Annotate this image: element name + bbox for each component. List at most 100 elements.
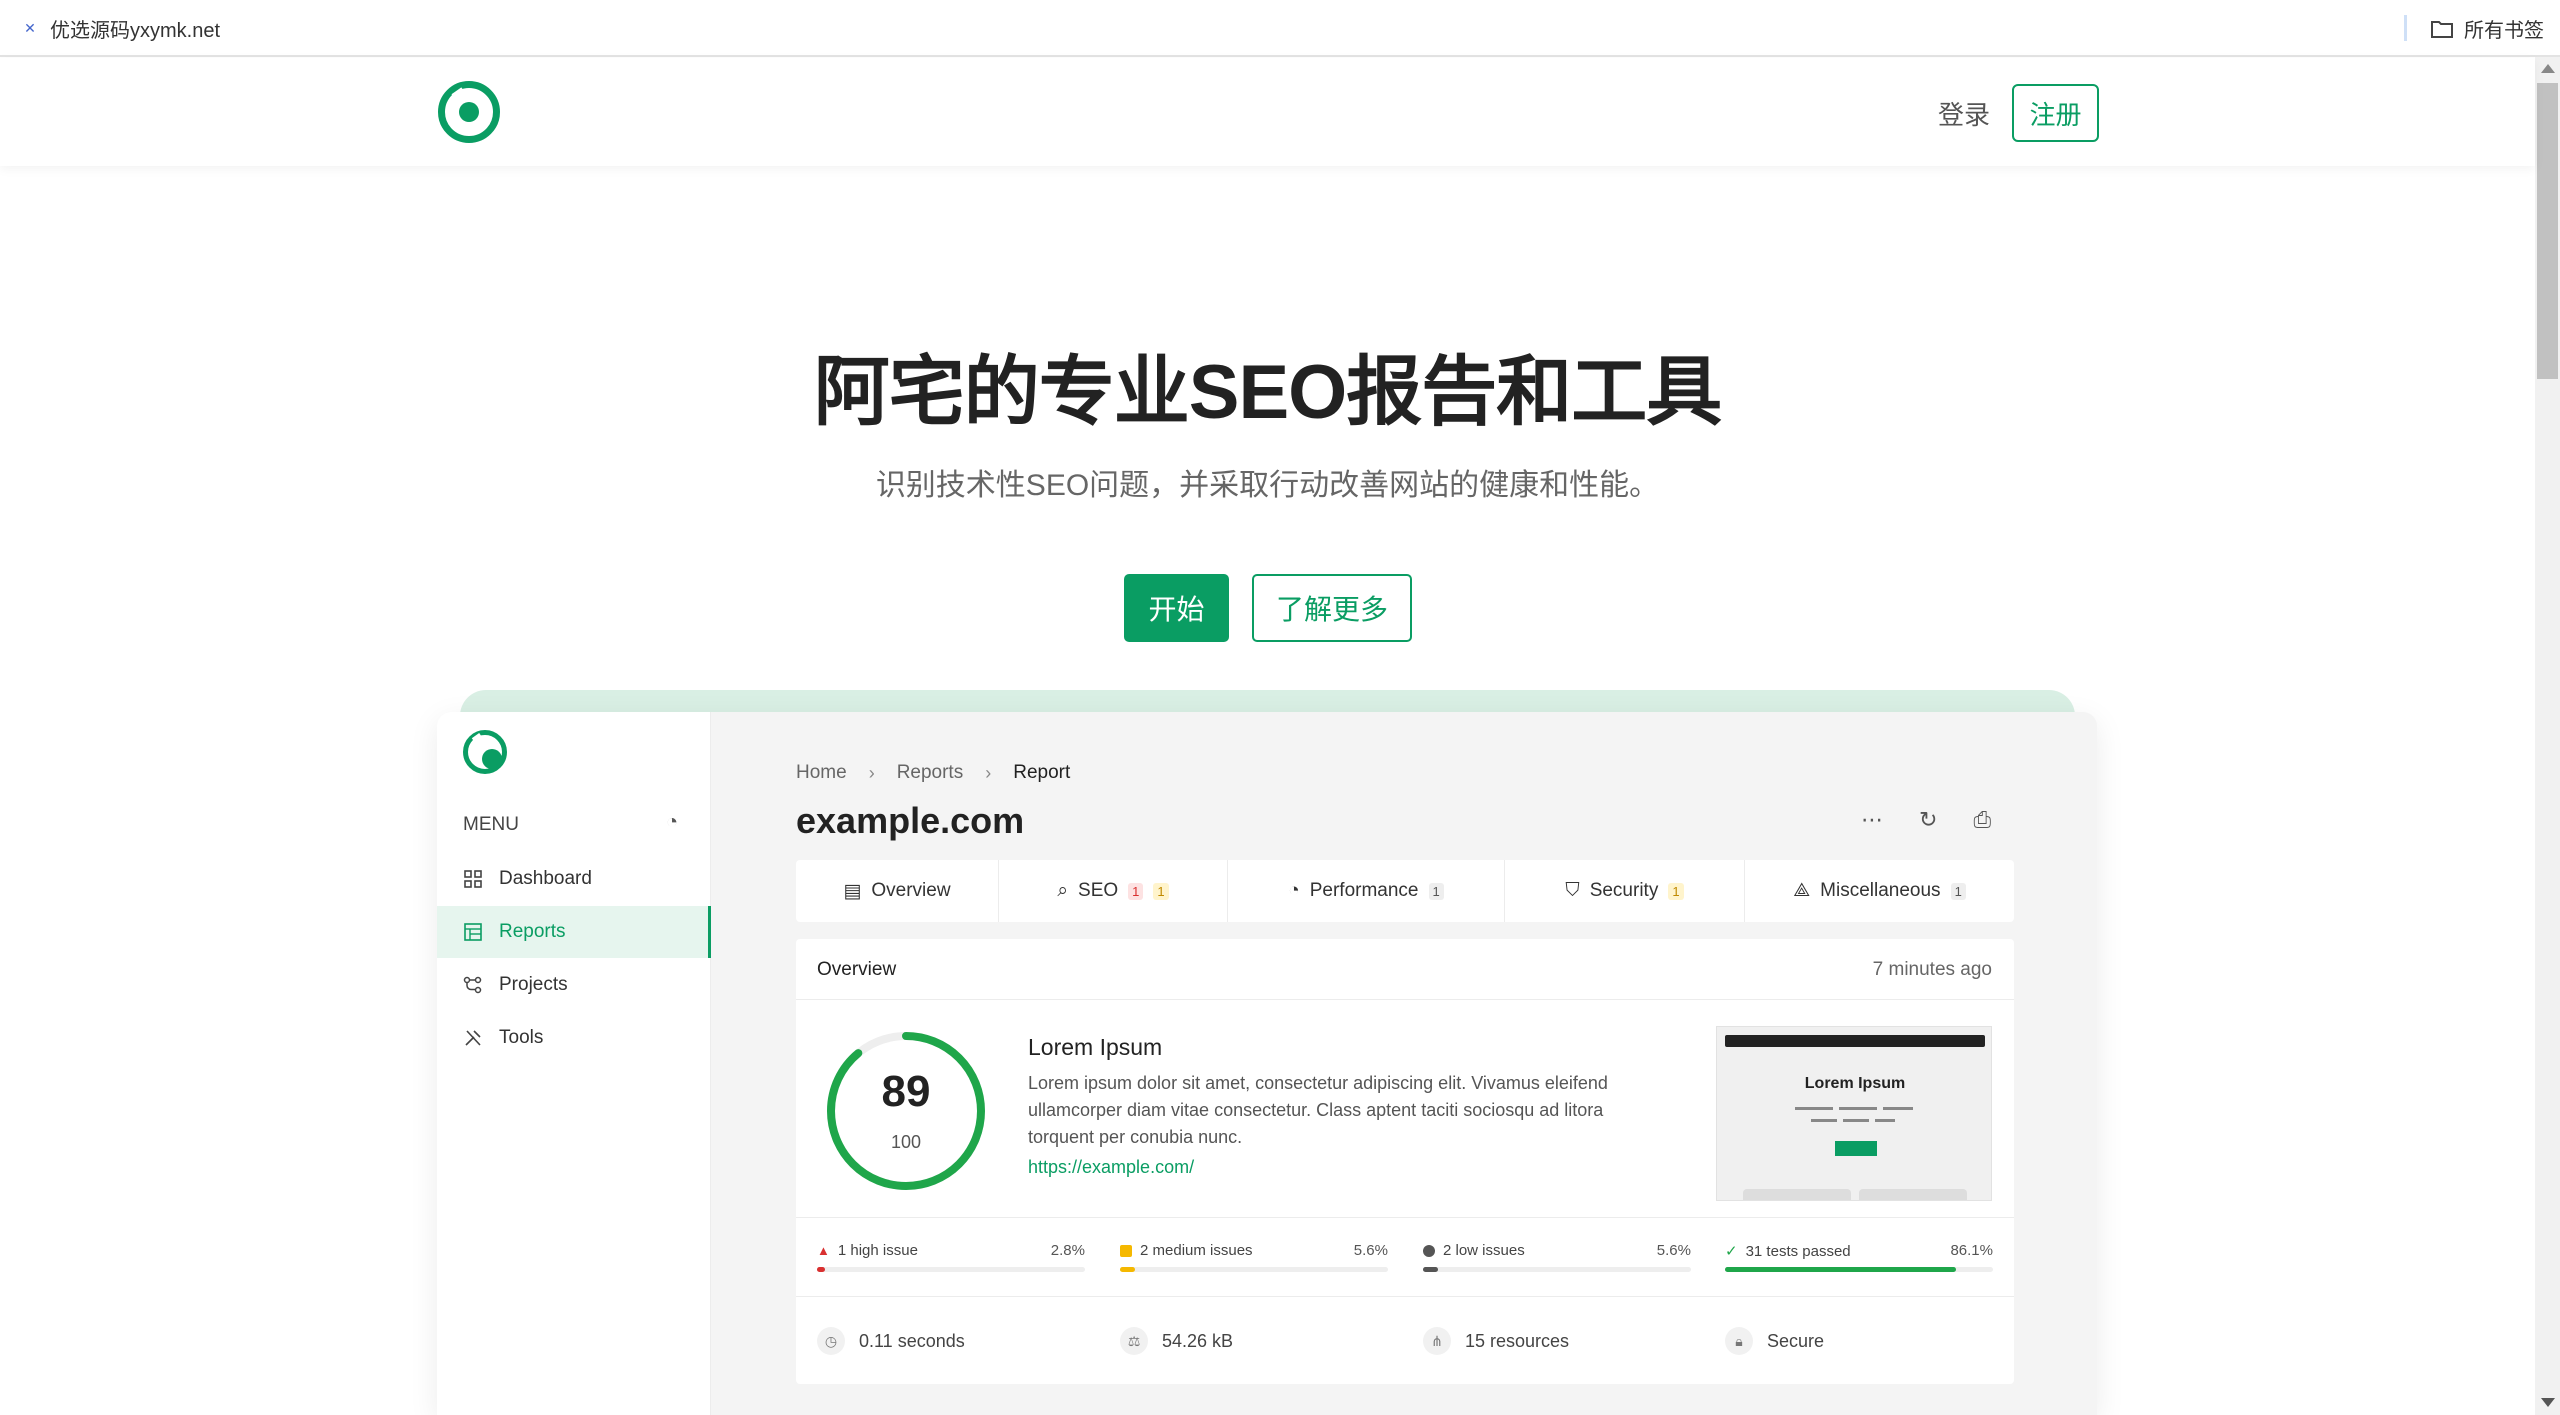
bookmarks-divider xyxy=(2404,15,2407,41)
report-timestamp: 7 minutes ago xyxy=(1872,959,1992,980)
sidebar-item-dashboard[interactable]: Dashboard xyxy=(437,853,711,905)
app-preview: MENU ◔ Dashboard Reports Projects Tools … xyxy=(437,712,2097,1415)
hero-title: 阿宅的专业SEO报告和工具 xyxy=(813,350,1723,435)
site-logo-icon[interactable] xyxy=(438,81,500,143)
stat-load-time: ◷ 0.11 seconds xyxy=(817,1327,965,1355)
sidebar-item-projects[interactable]: Projects xyxy=(437,959,711,1011)
overview-title: Overview xyxy=(817,959,897,980)
projects-icon xyxy=(463,976,482,994)
all-bookmarks-button[interactable]: 所有书签 xyxy=(2430,14,2544,43)
low-issue-badge: 1 xyxy=(1428,882,1444,900)
dashboard-icon xyxy=(464,870,482,888)
login-link[interactable]: 登录 xyxy=(1938,95,1990,132)
shield-icon: ⛉ xyxy=(1565,880,1580,901)
thumb-line xyxy=(1883,1107,1913,1110)
search-icon: ⌕ xyxy=(1057,880,1069,901)
issue-progress-bar xyxy=(1725,1267,1993,1272)
all-bookmarks-label: 所有书签 xyxy=(2464,20,2544,42)
app-sidebar: MENU ◔ Dashboard Reports Projects Tools xyxy=(437,712,711,1415)
stat-value: Secure xyxy=(1767,1330,1825,1351)
reports-icon xyxy=(464,923,482,941)
breadcrumb-current: Report xyxy=(1013,762,1071,783)
title-actions: ⋯ ↻ ⎙ xyxy=(1861,807,1991,833)
register-button[interactable]: 注册 xyxy=(2012,84,2099,142)
hero-subtitle: 识别技术性SEO问题，并采取行动改善网站的健康和性能。 xyxy=(875,469,1660,502)
score-gauge: 89 100 xyxy=(824,1029,988,1193)
tab-overview[interactable]: ▤ Overview xyxy=(796,860,999,922)
learn-more-button[interactable]: 了解更多 xyxy=(1252,574,1412,642)
start-button[interactable]: 开始 xyxy=(1124,574,1229,642)
issue-percent: 5.6% xyxy=(1656,1242,1691,1259)
bookmark-label: 优选源码yxymk.net xyxy=(50,20,221,42)
thumb-footer-block xyxy=(1859,1189,1967,1200)
site-url-link[interactable]: https://example.com/ xyxy=(1028,1157,1194,1178)
issues-summary: ▲ 1 high issue 2.8% 2 medium issues 5.6% … xyxy=(796,1217,2014,1297)
check-icon: ✓ xyxy=(1725,1243,1738,1260)
folder-icon xyxy=(2431,20,2453,38)
tab-label: Miscellaneous xyxy=(1820,880,1941,901)
chevron-right-icon: › xyxy=(985,762,992,783)
stat-value: 15 resources xyxy=(1465,1330,1570,1351)
thumb-title: Lorem Ipsum xyxy=(1804,1075,1906,1092)
scroll-down-arrow-icon[interactable] xyxy=(2541,1398,2555,1407)
sidebar-item-label: Tools xyxy=(499,1027,544,1048)
app-main: Home › Reports › Report example.com ⋯ ↻ … xyxy=(711,712,2097,1415)
overview-card-header: Overview 7 minutes ago xyxy=(796,939,2014,1000)
site-name: Lorem Ipsum xyxy=(1028,1034,1163,1060)
refresh-icon[interactable]: ↻ xyxy=(1919,807,1937,833)
sidebar-item-label: Projects xyxy=(499,974,568,995)
issue-percent: 86.1% xyxy=(1950,1242,1993,1259)
issue-high[interactable]: ▲ 1 high issue 2.8% xyxy=(817,1242,1085,1272)
issue-progress-bar xyxy=(1120,1267,1388,1272)
tab-label: Security xyxy=(1589,880,1659,901)
scrollbar-thumb[interactable] xyxy=(2537,83,2558,379)
page-title: example.com xyxy=(796,800,1025,841)
issue-medium[interactable]: 2 medium issues 5.6% xyxy=(1120,1242,1388,1272)
high-issue-badge: 1 xyxy=(1128,882,1144,900)
stat-security: 🔒︎ Secure xyxy=(1725,1327,1824,1355)
circle-icon xyxy=(1423,1244,1435,1257)
site-header: 登录 xyxy=(0,58,2535,166)
sidebar-item-label: Reports xyxy=(499,921,566,942)
site-description: Lorem ipsum dolor sit amet, consectetur … xyxy=(1028,1073,1608,1147)
stat-page-size: ⚖ 54.26 kB xyxy=(1120,1327,1233,1355)
palette-icon[interactable]: ◔ xyxy=(666,811,678,834)
more-options-icon[interactable]: ⋯ xyxy=(1861,807,1883,833)
thumb-button xyxy=(1835,1141,1877,1156)
print-icon[interactable]: ⎙ xyxy=(1973,807,1991,833)
warning-triangle-icon: ▲ xyxy=(817,1243,830,1258)
issue-passed[interactable]: ✓ 31 tests passed 86.1% xyxy=(1725,1242,1993,1272)
tab-seo[interactable]: ⌕ SEO 1 1 xyxy=(999,860,1228,922)
issue-percent: 2.8% xyxy=(1050,1242,1085,1259)
tab-performance[interactable]: ◔ Performance 1 xyxy=(1228,860,1505,922)
issue-progress-bar xyxy=(1423,1267,1691,1272)
issue-progress-fill xyxy=(817,1267,825,1272)
sidebar-item-tools[interactable]: Tools xyxy=(437,1012,711,1064)
medium-issue-badge: 1 xyxy=(1153,882,1169,900)
scale-icon: ⚖ xyxy=(1120,1327,1148,1355)
tab-label: Overview xyxy=(871,880,951,901)
tab-label: Performance xyxy=(1309,880,1419,901)
sidebar-item-reports[interactable]: Reports xyxy=(437,906,711,958)
issue-label: 1 high issue xyxy=(837,1242,918,1259)
thumb-line xyxy=(1875,1119,1895,1122)
tab-miscellaneous[interactable]: ⟁ Miscellaneous 1 xyxy=(1745,860,2014,922)
scroll-up-arrow-icon[interactable] xyxy=(2541,64,2555,73)
thumb-footer-block xyxy=(1743,1189,1851,1200)
issue-progress-fill xyxy=(1423,1267,1438,1272)
issue-progress-bar xyxy=(817,1267,1085,1272)
tab-security[interactable]: ⛉ Security 1 xyxy=(1505,860,1745,922)
medium-issue-badge: 1 xyxy=(1668,882,1684,900)
thumb-line xyxy=(1839,1107,1877,1110)
issue-low[interactable]: 2 low issues 5.6% xyxy=(1423,1242,1691,1272)
breadcrumb-home[interactable]: Home xyxy=(796,762,847,784)
network-icon: ⋔ xyxy=(1423,1327,1451,1355)
site-screenshot-thumbnail[interactable]: Lorem Ipsum xyxy=(1716,1026,1992,1201)
tools-icon xyxy=(465,1030,481,1046)
bookmark-item[interactable]: ✕ 优选源码yxymk.net xyxy=(20,14,220,43)
score-max: 100 xyxy=(890,1132,922,1152)
breadcrumb-reports[interactable]: Reports xyxy=(897,762,964,784)
app-logo-icon[interactable] xyxy=(463,730,507,774)
square-icon xyxy=(1120,1244,1132,1257)
site-favicon-icon: ✕ xyxy=(24,20,36,36)
